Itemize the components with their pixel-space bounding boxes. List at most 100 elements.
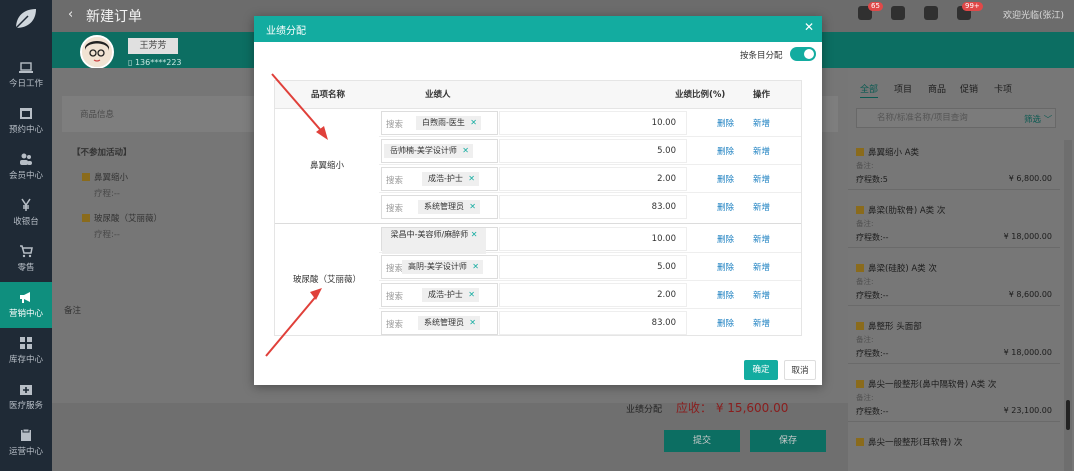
tab-cards[interactable]: 卡项: [994, 82, 1012, 95]
page-title: 新建订单: [86, 9, 142, 25]
ratio-input[interactable]: 10.00: [499, 111, 687, 135]
table-row: 搜索 成浩-护士 ✕ 2.00 删除 新增: [379, 281, 801, 309]
sidebar-item-booking[interactable]: 预约中心: [0, 98, 52, 144]
message-icon[interactable]: [890, 6, 905, 20]
perf-allocation-link[interactable]: 业绩分配: [626, 402, 662, 415]
staff-search-input[interactable]: 搜索 系统管理员 ✕: [381, 311, 498, 335]
tab-all[interactable]: 全部: [860, 82, 879, 98]
add-link[interactable]: 新增: [753, 289, 770, 301]
sidebar-item-medical[interactable]: 医疗服务: [0, 374, 52, 420]
product-icon: [856, 206, 864, 214]
tab-projects[interactable]: 项目: [894, 82, 912, 95]
list-item[interactable]: 鼻翼缩小 A类 备注: 疗程数:5 ¥ 6,800.00: [848, 138, 1060, 190]
order-item[interactable]: 玻尿酸（艾丽薇） 疗程:--: [82, 212, 162, 240]
welcome-text[interactable]: 欢迎光临(张江): [1003, 8, 1064, 21]
ratio-input[interactable]: 83.00: [499, 311, 687, 335]
annotation-arrows: [265, 73, 328, 357]
add-link[interactable]: 新增: [753, 117, 770, 129]
cart-icon: [20, 245, 33, 258]
sidebar-item-label: 收银台: [13, 217, 39, 227]
delete-link[interactable]: 删除: [717, 117, 734, 129]
ratio-input[interactable]: 5.00: [499, 139, 687, 163]
sidebar-item-label: 营销中心: [8, 309, 43, 319]
remove-tag-icon[interactable]: ✕: [471, 230, 478, 239]
delete-link[interactable]: 删除: [717, 317, 734, 329]
add-link[interactable]: 新增: [753, 233, 770, 245]
submit-button[interactable]: 提交: [664, 430, 740, 452]
sidebar-item-marketing[interactable]: 营销中心: [0, 282, 52, 328]
staff-tag: 系统管理员 ✕: [418, 200, 480, 214]
sidebar-item-operations[interactable]: 运营中心: [0, 420, 52, 466]
staff-search-input[interactable]: 搜索 岳帅楠-美学设计师✕: [381, 139, 498, 163]
sidebar-item-retail[interactable]: 零售: [0, 236, 52, 282]
remove-tag-icon[interactable]: ✕: [470, 116, 477, 130]
delete-link[interactable]: 删除: [717, 145, 734, 157]
section-label: 商品信息: [80, 110, 115, 120]
table-row: 搜索 岳帅楠-美学设计师✕ 5.00 删除 新增: [379, 137, 801, 165]
notification-badge: 65: [868, 2, 883, 11]
team-icon[interactable]: [923, 6, 938, 20]
ratio-input[interactable]: 10.00: [499, 227, 687, 251]
table-row: 搜索 成浩-护士 ✕ 2.00 删除 新增: [379, 165, 801, 193]
save-button[interactable]: 保存: [750, 430, 826, 452]
allocate-by-item-toggle[interactable]: [790, 47, 816, 61]
tab-promotions[interactable]: 促销: [960, 82, 978, 95]
tab-goods[interactable]: 商品: [928, 82, 946, 95]
staff-tag: 高阴-美学设计师 ✕: [402, 260, 483, 274]
list-item[interactable]: 鼻梁(肋软骨) A类 次 备注: 疗程数:-- ¥ 18,000.00: [848, 196, 1060, 248]
remark-label: 备注: [64, 306, 82, 316]
product-icon: [856, 322, 864, 330]
product-picker-panel: 全部 项目 商品 促销 卡项 名称/标准名称/项目查询 筛选 ﹀ 鼻翼缩小 A类…: [848, 68, 1074, 471]
medkit-icon: [20, 385, 32, 395]
add-link[interactable]: 新增: [753, 261, 770, 273]
order-item[interactable]: 鼻翼缩小 疗程:--: [82, 171, 128, 199]
remove-tag-icon[interactable]: ✕: [468, 288, 475, 302]
delete-link[interactable]: 删除: [717, 173, 734, 185]
back-button[interactable]: ‹: [68, 7, 73, 22]
customer-phone: ▯ 136****223: [128, 58, 182, 67]
column-header: 业绩人: [425, 90, 451, 100]
staff-search-input[interactable]: 搜索 成浩-护士 ✕: [381, 167, 498, 191]
ratio-input[interactable]: 83.00: [499, 195, 687, 219]
staff-search-input[interactable]: 梁昌中-美容师/麻醉师 ✕: [381, 227, 498, 254]
remove-tag-icon[interactable]: ✕: [468, 172, 475, 186]
staff-search-input[interactable]: 搜索 高阴-美学设计师 ✕: [381, 255, 498, 279]
confirm-button[interactable]: 确定: [744, 360, 778, 380]
sidebar-item-today-work[interactable]: 今日工作: [0, 52, 52, 98]
scrollbar-thumb[interactable]: [1066, 400, 1070, 430]
list-item[interactable]: 鼻整形 头面部 备注: 疗程数:-- ¥ 18,000.00: [848, 312, 1060, 364]
sidebar-item-inventory[interactable]: 库存中心: [0, 328, 52, 374]
remove-tag-icon[interactable]: ✕: [472, 260, 479, 274]
ratio-input[interactable]: 5.00: [499, 255, 687, 279]
customer-name[interactable]: 王芳芳: [128, 38, 178, 54]
filter-dropdown[interactable]: 筛选 ﹀: [1024, 113, 1052, 125]
list-item[interactable]: 鼻尖一般整形(鼻中隔软骨) A类 次 备注: 疗程数:-- ¥ 23,100.0…: [848, 370, 1060, 422]
allocation-table: 品项名称 业绩人 业绩比例(%) 操作 鼻翼缩小 搜索 白煦雨-医生 ✕ 10.0…: [274, 80, 802, 336]
staff-search-input[interactable]: 搜索 系统管理员 ✕: [381, 195, 498, 219]
list-item[interactable]: 鼻尖一般整形(耳软骨) 次: [848, 428, 1060, 471]
delete-link[interactable]: 删除: [717, 261, 734, 273]
ratio-input[interactable]: 2.00: [499, 283, 687, 307]
avatar[interactable]: [80, 35, 114, 69]
add-link[interactable]: 新增: [753, 201, 770, 213]
remove-tag-icon[interactable]: ✕: [469, 200, 476, 214]
table-row: 搜索 系统管理员 ✕ 83.00 删除 新增: [379, 193, 801, 221]
delete-link[interactable]: 删除: [717, 289, 734, 301]
remove-tag-icon[interactable]: ✕: [469, 316, 476, 330]
remove-tag-icon[interactable]: ✕: [462, 144, 469, 158]
activity-label: 【不参加活动】: [72, 148, 132, 158]
add-link[interactable]: 新增: [753, 317, 770, 329]
delete-link[interactable]: 删除: [717, 201, 734, 213]
staff-search-input[interactable]: 搜索 白煦雨-医生 ✕: [381, 111, 498, 135]
delete-link[interactable]: 删除: [717, 233, 734, 245]
cancel-button[interactable]: 取消: [784, 360, 816, 380]
sidebar-item-members[interactable]: 会员中心: [0, 144, 52, 190]
list-item[interactable]: 鼻梁(硅胶) A类 次 备注: 疗程数:-- ¥ 8,600.00: [848, 254, 1060, 306]
ratio-input[interactable]: 2.00: [499, 167, 687, 191]
product-icon: [856, 438, 864, 446]
close-icon[interactable]: ✕: [804, 20, 814, 34]
add-link[interactable]: 新增: [753, 173, 770, 185]
sidebar-item-cashier[interactable]: 收银台: [0, 190, 52, 236]
staff-search-input[interactable]: 搜索 成浩-护士 ✕: [381, 283, 498, 307]
add-link[interactable]: 新增: [753, 145, 770, 157]
